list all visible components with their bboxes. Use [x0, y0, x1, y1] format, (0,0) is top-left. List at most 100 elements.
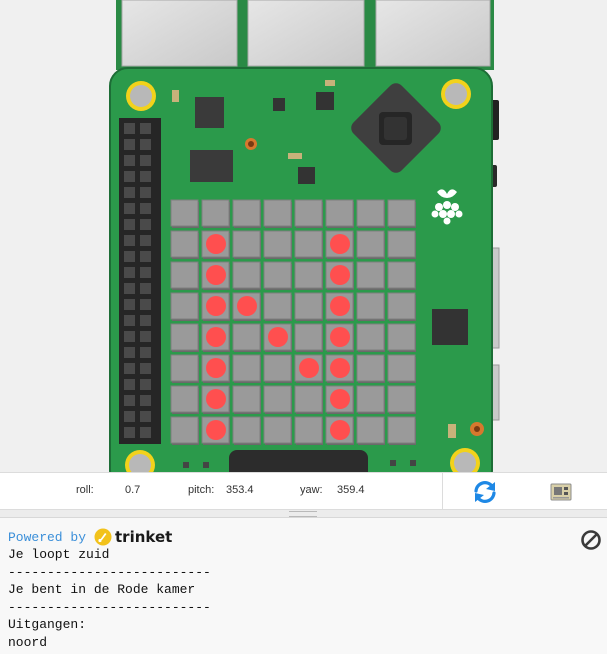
clear-output-button[interactable] [580, 529, 602, 551]
led-pixel [170, 323, 199, 351]
gpio-pin [124, 363, 135, 374]
led-pixel [201, 199, 230, 227]
usb-ports [116, 0, 494, 70]
led-pixel [387, 323, 416, 351]
led-pixel [232, 230, 261, 258]
powered-by-text: Powered by [8, 529, 87, 545]
led-pixel [387, 416, 416, 444]
refresh-button[interactable] [471, 479, 499, 505]
led-pixel [170, 292, 199, 320]
gpio-pin [140, 251, 151, 262]
led-pixel [294, 261, 323, 289]
roll-label: roll: [76, 484, 94, 496]
led-pixel [294, 416, 323, 444]
led-pixel [356, 354, 385, 382]
sense-hat-board [109, 0, 500, 472]
board-icon [550, 483, 572, 501]
led-pixel [356, 323, 385, 351]
led-pixel [387, 385, 416, 413]
board-toggle-button[interactable] [548, 479, 574, 505]
console-line: noord [8, 634, 48, 650]
led-pixel [232, 323, 261, 351]
gpio-pin [140, 171, 151, 182]
gpio-pin [140, 283, 151, 294]
gpio-pin [124, 187, 135, 198]
led-pixel [387, 230, 416, 258]
gpio-pin [140, 427, 151, 438]
gpio-pin [124, 411, 135, 422]
led-pixel [356, 385, 385, 413]
gpio-pin [140, 299, 151, 310]
gpio-pin [124, 203, 135, 214]
gpio-pin [124, 155, 135, 166]
gpio-pin [140, 155, 151, 166]
gpio-pin [140, 411, 151, 422]
led-pixel [263, 230, 292, 258]
console-line: Uitgangen: [8, 617, 87, 633]
led-pixel [170, 416, 199, 444]
led-pixel [294, 199, 323, 227]
led-pixel [232, 416, 261, 444]
led-pixel [170, 230, 199, 258]
trinket-brand: trinket [115, 528, 173, 546]
led-pixel [294, 230, 323, 258]
gpio-pin [140, 331, 151, 342]
gpio-pin [124, 331, 135, 342]
gpio-pin [140, 187, 151, 198]
gpio-pin [124, 299, 135, 310]
console-line: -------------------------- [8, 599, 211, 615]
led-pixel [387, 292, 416, 320]
led-pixel [232, 199, 261, 227]
led-pixel [263, 385, 292, 413]
led-on [206, 234, 226, 254]
panel-splitter[interactable] [0, 510, 607, 518]
led-on [330, 327, 350, 347]
led-pixel [170, 261, 199, 289]
pitch-value: 353.4 [226, 484, 254, 496]
led-pixel [232, 354, 261, 382]
gpio-pin [140, 235, 151, 246]
led-pixel [356, 199, 385, 227]
led-on [330, 420, 350, 440]
bottom-connector [229, 450, 368, 472]
led-pixel [263, 416, 292, 444]
led-pixel [356, 416, 385, 444]
led-on [206, 265, 226, 285]
led-on [206, 296, 226, 316]
console-output-panel: Powered by trinket Je loopt zuid --------… [0, 518, 607, 654]
gpio-pin [140, 219, 151, 230]
gpio-pin [124, 267, 135, 278]
gpio-pin [140, 203, 151, 214]
gpio-pin [140, 315, 151, 326]
gpio-pin [124, 139, 135, 150]
led-pixel [263, 354, 292, 382]
led-on [206, 389, 226, 409]
gpio-pin [140, 347, 151, 358]
gpio-pin [124, 427, 135, 438]
led-on [268, 327, 288, 347]
led-on [206, 327, 226, 347]
gpio-pin [140, 395, 151, 406]
roll-value: 0.7 [125, 484, 141, 496]
gpio-pin [124, 251, 135, 262]
led-pixel [356, 261, 385, 289]
led-on [237, 296, 257, 316]
powered-by-trinket[interactable]: Powered by trinket [8, 528, 172, 546]
led-on [206, 358, 226, 378]
led-pixel [170, 199, 199, 227]
led-pixel [263, 261, 292, 289]
console-lines: Je loopt zuid -------------------------- J… [8, 546, 211, 652]
sense-hat-emulator [0, 0, 607, 472]
led-on [330, 389, 350, 409]
status-divider [442, 473, 443, 509]
led-on [330, 265, 350, 285]
gpio-pin [140, 363, 151, 374]
led-pixel [387, 261, 416, 289]
gpio-pin [124, 123, 135, 134]
gpio-pin [124, 395, 135, 406]
gpio-pin [140, 267, 151, 278]
gpio-header [119, 118, 161, 444]
console-line: Je loopt zuid [8, 547, 110, 562]
led-pixel [170, 385, 199, 413]
gpio-pin [140, 139, 151, 150]
